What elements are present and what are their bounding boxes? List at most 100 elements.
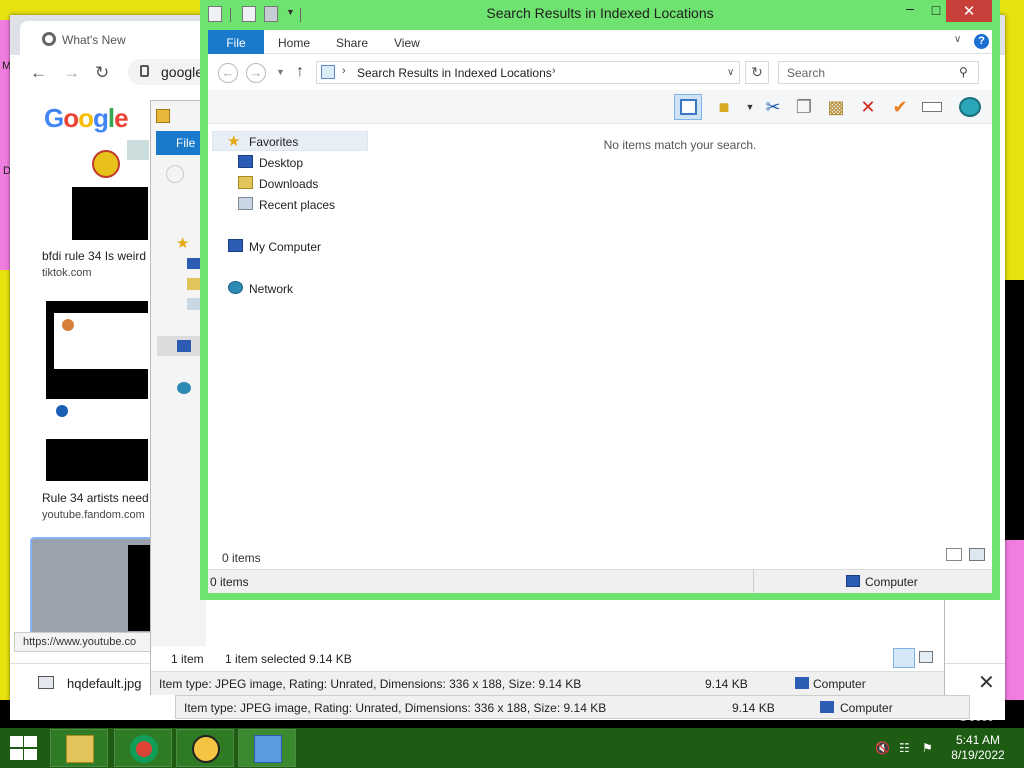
nav-item-label: Downloads <box>259 177 319 191</box>
explorer-body: File Home Share View ∨ ? ← → ▼ ↑ › Searc… <box>208 30 992 594</box>
close-icon[interactable]: ✕ <box>978 670 995 695</box>
large-icons-view-icon[interactable] <box>919 651 933 663</box>
address-text: Search Results in Indexed Locations <box>357 66 552 80</box>
search-placeholder: Search <box>787 66 826 80</box>
nav-item-label: Network <box>249 282 294 296</box>
breadcrumb-chevron-icon[interactable]: › <box>552 65 556 77</box>
address-row: ← → ▼ ↑ › Search Results in Indexed Loca… <box>208 58 992 88</box>
clock-date: 8/19/2022 <box>951 748 1005 762</box>
checkmark-icon[interactable]: ✔ <box>888 95 912 119</box>
nav-item-label: Desktop <box>259 156 304 170</box>
result-source: youtube.fandom.com <box>42 509 145 521</box>
large-icons-view-icon[interactable] <box>969 548 985 561</box>
up-arrow-icon[interactable]: ↑ <box>296 63 304 81</box>
browser-tab-title: What's New <box>62 33 126 47</box>
taskbar-file-explorer[interactable] <box>50 729 108 767</box>
nav-item-downloads[interactable]: Downloads <box>208 174 364 194</box>
delete-icon[interactable]: ✕ <box>856 95 880 119</box>
network-icon <box>228 281 243 294</box>
status-items: 0 items <box>210 575 249 589</box>
desktop-icon <box>187 258 201 269</box>
navigation-pane: ★ Favorites Desktop Downloads Recent pla… <box>208 124 368 544</box>
result-title[interactable]: Rule 34 artists need <box>42 491 149 505</box>
preview-pane-icon[interactable] <box>674 94 702 120</box>
rename-icon[interactable] <box>920 95 944 119</box>
ribbon-file-tab[interactable]: File <box>156 131 206 155</box>
result-thumbnail[interactable] <box>46 301 148 481</box>
details-view-icon[interactable] <box>946 548 962 561</box>
window-title: Search Results in Indexed Locations <box>486 5 714 21</box>
search-input[interactable]: Search ⚲ <box>778 61 979 84</box>
action-center-icon[interactable]: ⚑ <box>922 742 936 754</box>
cut-icon[interactable]: ✂ <box>761 95 785 119</box>
back-arrow-icon[interactable] <box>166 165 184 183</box>
chrome-tab-icon <box>42 32 56 46</box>
refresh-button[interactable]: ↻ <box>745 61 769 84</box>
maximize-button[interactable]: □ <box>927 0 945 22</box>
taskbar-clock[interactable]: 5:41 AM 8/19/2022 <box>940 733 1016 763</box>
forward-arrow-icon[interactable]: → <box>63 63 80 83</box>
nav-item-desktop[interactable]: Desktop <box>208 153 364 173</box>
recent-locations-dropdown-icon[interactable]: ▼ <box>276 67 285 77</box>
result-thumbnail[interactable] <box>72 140 149 240</box>
nav-item-label: My Computer <box>249 240 322 254</box>
computer-icon <box>820 701 834 713</box>
items-count: 0 items <box>222 551 261 565</box>
nav-item-label: Favorites <box>249 135 299 149</box>
recent-places-icon <box>238 197 253 210</box>
result-title[interactable]: bfdi rule 34 Is weird <box>42 249 146 263</box>
reload-icon[interactable]: ↻ <box>95 63 109 83</box>
back-arrow-icon[interactable]: ← <box>30 63 47 83</box>
computer-icon <box>228 239 243 252</box>
explorer-back-status-top: 1 item 1 item selected 9.14 KB <box>151 646 944 672</box>
address-dropdown-icon[interactable]: ∨ <box>727 67 734 78</box>
taskbar: 🔇 ☷ ⚑ 5:41 AM 8/19/2022 <box>0 728 1024 768</box>
details-view-icon[interactable] <box>893 648 915 668</box>
desktop-icon <box>238 155 253 168</box>
taskbar-app[interactable] <box>176 729 234 767</box>
browser-tab[interactable]: What's New <box>20 21 220 55</box>
tab-share[interactable]: Share <box>336 36 368 50</box>
search-icon[interactable]: ⚲ <box>959 65 968 79</box>
copy-icon[interactable]: ❐ <box>792 95 816 119</box>
taskbar-control-panel[interactable] <box>238 729 296 767</box>
folder-options-icon[interactable]: ■ <box>712 95 736 119</box>
back-button[interactable]: ← <box>218 63 238 83</box>
selection-info: 1 item selected 9.14 KB <box>225 652 352 666</box>
explorer-window: ▼ Search Results in Indexed Locations – … <box>200 0 1000 600</box>
forward-button[interactable]: → <box>246 63 266 83</box>
lock-icon <box>140 65 149 77</box>
recent-places-icon <box>187 298 201 310</box>
windows-start-icon[interactable] <box>8 735 38 761</box>
nav-item-network[interactable]: Network <box>208 279 364 299</box>
network-icon <box>177 382 191 394</box>
download-item-name[interactable]: hqdefault.jpg <box>67 676 141 691</box>
ribbon-tabs: File Home Share View ∨ ? <box>208 30 992 54</box>
nav-item-recent-places[interactable]: Recent places <box>208 195 364 215</box>
breadcrumb-chevron-icon[interactable]: › <box>342 65 346 77</box>
character-icon <box>192 735 220 763</box>
minimize-button[interactable]: – <box>900 0 920 22</box>
help-icon[interactable]: ? <box>974 34 989 49</box>
address-bar[interactable]: › Search Results in Indexed Locations › … <box>316 61 740 84</box>
computer-icon <box>177 340 191 352</box>
control-panel-icon <box>254 735 282 763</box>
result-thumbnail-selected[interactable] <box>30 537 160 637</box>
google-logo[interactable]: Google <box>44 103 129 134</box>
close-button[interactable]: ✕ <box>946 0 992 22</box>
tab-view[interactable]: View <box>394 36 420 50</box>
expand-ribbon-chevron-icon[interactable]: ∨ <box>954 34 961 45</box>
nav-item-my-computer[interactable]: My Computer <box>208 237 364 257</box>
globe-icon[interactable] <box>958 95 982 119</box>
star-icon: ★ <box>176 235 190 252</box>
dropdown-icon[interactable]: ▼ <box>738 95 762 119</box>
item-size: 9.14 KB <box>732 701 775 715</box>
paste-icon[interactable]: ▩ <box>824 95 848 119</box>
taskbar-chrome[interactable] <box>114 729 172 767</box>
tab-home[interactable]: Home <box>278 36 310 50</box>
nav-item-favorites[interactable]: ★ Favorites <box>212 131 368 151</box>
tab-file[interactable]: File <box>208 30 264 54</box>
computer-icon <box>846 575 860 587</box>
network-tray-icon[interactable]: ☷ <box>899 742 913 754</box>
volume-muted-icon[interactable]: 🔇 <box>875 742 890 754</box>
